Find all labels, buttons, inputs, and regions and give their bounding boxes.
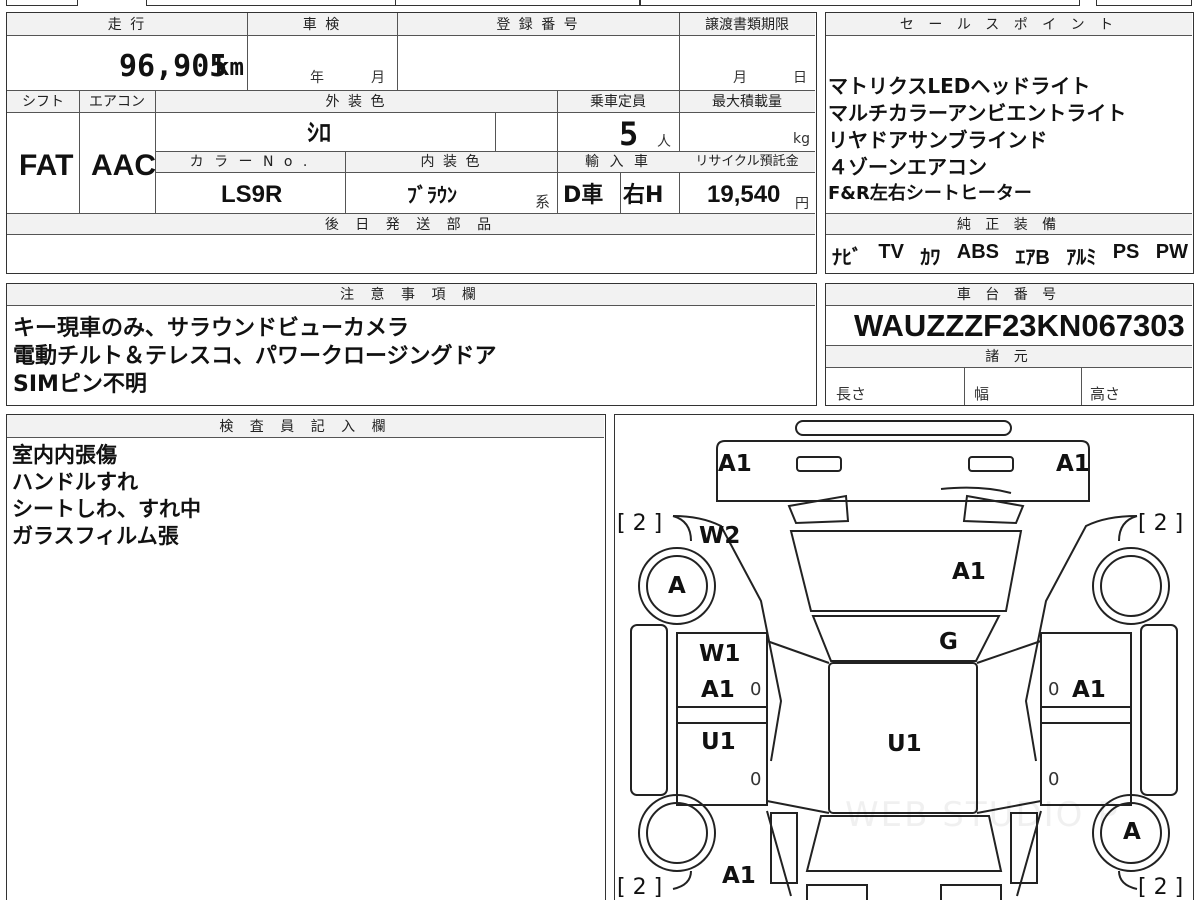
inspection-month-unit: 月 <box>371 70 385 86</box>
capacity-label: 乗車定員 <box>590 94 646 110</box>
inspector-label: 検 査 員 記 入 欄 <box>219 419 392 435</box>
zero-mark: 0 <box>750 769 762 790</box>
mileage-value: 96,905 <box>119 49 228 84</box>
equipment-ps: PS <box>1112 241 1140 263</box>
damage-roof: U1 <box>887 731 922 757</box>
equipment-leather: ｶﾜ <box>920 247 941 269</box>
tire-front-left: [ 2 ] <box>617 511 663 536</box>
spec-width: 幅 <box>974 385 990 403</box>
recycle-value: 19,540 <box>707 181 781 208</box>
damage-rear: A1 <box>722 863 756 889</box>
interior-color-value: ﾌﾞﾗｳﾝ <box>407 183 457 207</box>
watermark: WEB STUDIO P <box>845 795 1120 835</box>
zero-mark: 0 <box>1048 769 1060 790</box>
shift-value: FAT <box>19 149 74 182</box>
recycle-unit: 円 <box>795 196 809 212</box>
zero-mark: 0 <box>1048 679 1060 700</box>
damage-front-right: A1 <box>1056 451 1090 477</box>
aircon-label: エアコン <box>89 94 145 110</box>
exterior-color-value: ｼﾛ <box>307 119 331 147</box>
import-label: 輸 入 車 <box>585 154 651 170</box>
tire-front-right: [ 2 ] <box>1138 511 1184 536</box>
equipment-airbag: ｴｱB <box>1015 247 1050 269</box>
spec-height: 高さ <box>1090 385 1121 403</box>
equipment-pw: PW <box>1155 241 1188 263</box>
later-parts-label: 後 日 発 送 部 品 <box>324 217 498 233</box>
sales-point-item: リヤドアサンブラインド <box>828 128 1048 152</box>
equipment-list: ﾅﾋﾞ TV ｶﾜ ABS ｴｱB ｱﾙﾐ PS PW <box>832 241 1188 269</box>
color-no-value: LS9R <box>221 181 283 208</box>
inspector-line: ガラスフィルム張 <box>12 524 179 548</box>
import-type: D車 <box>563 183 604 208</box>
inspection-label: 車 検 <box>302 17 342 33</box>
notes-line: SIMピン不明 <box>13 372 147 397</box>
equipment-alloy: ｱﾙﾐ <box>1066 247 1097 269</box>
notes-label: 注 意 事 項 欄 <box>340 287 482 303</box>
shift-label: シフト <box>22 94 64 110</box>
transfer-deadline-label: 譲渡書類期限 <box>705 17 789 33</box>
equipment-label: 純 正 装 備 <box>956 217 1062 233</box>
wheel-rear-right: A <box>1123 819 1141 845</box>
chassis-panel: 車 台 番 号 WAUZZZF23KN067303 諸 元 長さ 幅 高さ <box>825 283 1194 406</box>
registration-label: 登 録 番 号 <box>496 17 580 33</box>
inspector-panel: 検 査 員 記 入 欄 室内内張傷 ハンドルすれ シートしわ、すれ中 ガラスフィ… <box>6 414 606 900</box>
vehicle-info-table: 走 行 車 検 登 録 番 号 譲渡書類期限 96,905 km 年 月 月 日… <box>6 12 817 274</box>
notes-line: 電動チルト＆テレスコ、パワークロージングドア <box>13 344 497 369</box>
deadline-day-unit: 日 <box>793 70 807 86</box>
mileage-unit: km <box>215 53 244 81</box>
damage-fender-left: W2 <box>699 523 741 549</box>
damage-windshield: G <box>939 629 958 655</box>
sales-points-label: セ ー ル ス ポ イ ン ト <box>899 17 1119 33</box>
sales-point-item: F&R左右シートヒーター <box>828 183 1032 204</box>
sales-point-item: マトリクスLEDヘッドライト <box>828 74 1091 98</box>
inspector-line: 室内内張傷 <box>12 443 117 467</box>
exterior-color-label: 外 装 色 <box>325 94 387 110</box>
inspection-year-unit: 年 <box>310 70 324 86</box>
capacity-value: 5 <box>619 115 639 153</box>
damage-diagram: A1 A1 [ 2 ] [ 2 ] W2 A1 A G W1 A1 0 0 A1… <box>614 414 1194 900</box>
wheel-front-left: A <box>668 573 686 599</box>
damage-door-front-right: A1 <box>1072 677 1106 703</box>
top-strip <box>0 0 1200 8</box>
equipment-tv: TV <box>878 241 904 263</box>
spec-length: 長さ <box>836 385 867 403</box>
damage-door-front-left-2: A1 <box>701 677 735 703</box>
chassis-number: WAUZZZF23KN067303 <box>854 308 1185 343</box>
specs-label: 諸 元 <box>985 349 1033 365</box>
equipment-nav: ﾅﾋﾞ <box>832 247 862 269</box>
aircon-value: AAC <box>91 149 156 182</box>
notes-panel: 注 意 事 項 欄 キー現車のみ、サラウンドビューカメラ 電動チルト＆テレスコ、… <box>6 283 817 406</box>
recycle-label: リサイクル預託金 <box>695 154 799 169</box>
max-load-unit: kg <box>793 131 810 147</box>
tire-rear-right: [ 2 ] <box>1138 875 1184 900</box>
capacity-unit: 人 <box>657 134 671 150</box>
mileage-label: 走 行 <box>107 17 147 33</box>
inspector-line: ハンドルすれ <box>12 470 138 494</box>
sales-point-item: ４ゾーンエアコン <box>828 155 987 179</box>
damage-hood: A1 <box>952 559 986 585</box>
damage-front-left: A1 <box>718 451 752 477</box>
chassis-label: 車 台 番 号 <box>956 287 1062 303</box>
sales-points-panel: セ ー ル ス ポ イ ン ト マトリクスLEDヘッドライト マルチカラーアンビ… <box>825 12 1194 274</box>
notes-line: キー現車のみ、サラウンドビューカメラ <box>13 316 410 341</box>
damage-door-front-left-1: W1 <box>699 641 741 667</box>
interior-color-suffix: 系 <box>535 193 551 211</box>
interior-color-label: 内 装 色 <box>420 154 482 170</box>
equipment-abs: ABS <box>956 241 1000 263</box>
zero-mark: 0 <box>750 679 762 700</box>
color-no-label: カ ラ ー N o . <box>189 154 311 170</box>
steering-side: 右H <box>623 183 664 208</box>
deadline-month-unit: 月 <box>733 70 747 86</box>
max-load-label: 最大積載量 <box>712 94 782 110</box>
tire-rear-left: [ 2 ] <box>617 875 663 900</box>
damage-door-rear-left: U1 <box>701 729 736 755</box>
inspector-line: シートしわ、すれ中 <box>12 497 201 521</box>
sales-point-item: マルチカラーアンビエントライト <box>828 101 1127 125</box>
